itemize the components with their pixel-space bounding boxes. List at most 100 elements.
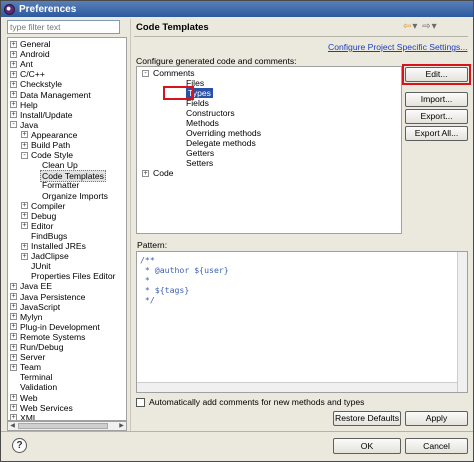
pattern-horizontal-scrollbar[interactable] — [137, 382, 457, 392]
tree-item[interactable]: Properties Files Editor — [8, 271, 126, 281]
help-icon[interactable]: ? — [12, 438, 27, 453]
tree-item[interactable]: + Mylyn — [8, 312, 126, 322]
tree-item[interactable]: Formatter — [8, 180, 126, 190]
pattern-editor[interactable]: /** * @author ${user} * * ${tags} */ — [136, 251, 468, 393]
scroll-thumb[interactable] — [18, 423, 108, 429]
tree-item[interactable]: + General — [8, 39, 126, 49]
tree-item-label: Plug-in Development — [20, 321, 100, 332]
tree-item[interactable]: + Help — [8, 100, 126, 110]
tree-item[interactable]: + Java Persistence — [8, 292, 126, 302]
tree-item[interactable]: + Editor — [8, 221, 126, 231]
tree-item-label: JadClipse — [31, 251, 69, 262]
tree-item-label: General — [20, 39, 51, 49]
tree-item[interactable]: + Data Management — [8, 90, 126, 100]
tree-item[interactable]: + JavaScript — [8, 302, 126, 312]
apply-button[interactable]: Apply — [405, 411, 468, 426]
configure-project-settings-link[interactable]: Configure Project Specific Settings... — [328, 42, 467, 52]
expand-icon[interactable]: + — [10, 303, 17, 311]
auto-comments-checkbox[interactable] — [136, 398, 145, 407]
expand-icon[interactable]: + — [10, 101, 17, 109]
tree-item[interactable]: + JadClipse — [8, 251, 126, 261]
tree-item[interactable]: + Compiler — [8, 201, 126, 211]
scroll-right-icon[interactable]: ▶ — [117, 422, 126, 430]
tree-item[interactable]: Terminal — [8, 372, 126, 382]
templates-description: Configure generated code and comments: — [136, 56, 297, 66]
scroll-left-icon[interactable]: ◀ — [8, 422, 17, 430]
collapse-icon[interactable]: - — [21, 151, 28, 159]
tree-item[interactable]: + Ant — [8, 59, 126, 69]
expand-icon[interactable]: + — [21, 131, 28, 139]
tree-item[interactable]: + XML — [8, 413, 126, 420]
pattern-vertical-scrollbar[interactable] — [457, 252, 467, 392]
back-arrow-icon[interactable]: ⇦ — [403, 21, 412, 32]
tree-item[interactable]: + Appearance — [8, 130, 126, 140]
tree-item[interactable]: + Plug-in Development — [8, 322, 126, 332]
tree-item[interactable]: + Android — [8, 49, 126, 59]
cancel-button[interactable]: Cancel — [405, 438, 468, 454]
expand-icon[interactable]: + — [10, 333, 17, 341]
expand-icon[interactable]: + — [21, 242, 28, 250]
import-button[interactable]: Import... — [405, 92, 468, 107]
tree-item[interactable]: - Code Style — [8, 150, 126, 160]
tree-item[interactable]: + Install/Update — [8, 110, 126, 120]
tree-item[interactable]: + Team — [8, 362, 126, 372]
expand-icon[interactable]: + — [10, 353, 17, 361]
export-all-button[interactable]: Export All... — [405, 126, 468, 141]
tree-item[interactable]: Code Templates — [8, 170, 126, 183]
expand-icon[interactable]: + — [10, 70, 17, 78]
expand-icon[interactable]: + — [21, 222, 28, 230]
collapse-icon[interactable]: - — [10, 121, 17, 129]
tree-item[interactable]: + Java EE — [8, 281, 126, 291]
expand-icon[interactable]: + — [21, 252, 28, 260]
tree-item[interactable]: + C/C++ — [8, 69, 126, 79]
panel-divider[interactable] — [130, 19, 131, 431]
tree-item[interactable]: + Build Path — [8, 140, 126, 150]
tree-horizontal-scrollbar[interactable]: ◀ ▶ — [7, 421, 127, 431]
tree-item[interactable]: FindBugs — [8, 231, 126, 241]
expand-icon[interactable]: + — [142, 169, 149, 177]
expand-icon[interactable]: + — [10, 394, 17, 401]
tree-item[interactable]: JUnit — [8, 261, 126, 271]
expand-icon[interactable]: + — [10, 60, 17, 68]
tree-item[interactable]: + Checkstyle — [8, 79, 126, 89]
tree-item-label: Appearance — [31, 129, 78, 140]
tree-item[interactable]: + Web — [8, 393, 126, 403]
tree-item[interactable]: + Debug — [8, 211, 126, 221]
expand-icon[interactable]: + — [10, 80, 17, 88]
expand-icon[interactable]: + — [10, 50, 17, 58]
expand-icon[interactable]: + — [10, 111, 17, 119]
expand-icon[interactable]: + — [10, 282, 17, 290]
forward-arrow-icon[interactable]: ⇨ — [422, 21, 431, 32]
tree-item-label: Build Path — [31, 140, 71, 150]
expand-icon[interactable]: + — [10, 313, 17, 321]
pattern-code-line: * — [140, 275, 150, 285]
collapse-icon[interactable]: - — [142, 69, 149, 77]
expand-icon[interactable]: + — [10, 343, 17, 351]
expand-icon[interactable]: + — [21, 141, 28, 149]
expand-icon[interactable]: + — [10, 323, 17, 331]
expand-icon[interactable]: + — [10, 404, 17, 412]
preferences-window: Preferences +General+Android+Ant+C/C+++C… — [0, 0, 474, 462]
expand-icon[interactable]: + — [21, 202, 28, 210]
expand-icon[interactable]: + — [10, 414, 17, 420]
expand-icon[interactable]: + — [21, 212, 28, 220]
expand-icon[interactable]: + — [10, 363, 17, 371]
expand-icon[interactable]: + — [10, 293, 17, 300]
tree-item[interactable]: + Run/Debug — [8, 342, 126, 352]
tree-item-label: Code Style — [31, 150, 74, 161]
tree-item[interactable]: - Java — [8, 120, 126, 130]
restore-defaults-button[interactable]: Restore Defaults — [333, 411, 401, 426]
tree-item[interactable]: + Server — [8, 352, 126, 362]
expand-icon[interactable]: + — [10, 40, 17, 48]
tree-item-label: Installed JREs — [31, 241, 86, 251]
tree-item[interactable]: + Remote Systems — [8, 332, 126, 342]
tree-item[interactable]: Validation — [8, 382, 126, 392]
expand-icon[interactable]: + — [10, 91, 17, 98]
tree-item[interactable]: Clean Up — [8, 160, 126, 170]
tree-item[interactable]: Organize Imports — [8, 191, 126, 201]
filter-input[interactable] — [7, 20, 120, 34]
export-button[interactable]: Export... — [405, 109, 468, 124]
ok-button[interactable]: OK — [333, 438, 401, 454]
tree-item[interactable]: + Installed JREs — [8, 241, 126, 251]
tree-item[interactable]: + Web Services — [8, 403, 126, 413]
